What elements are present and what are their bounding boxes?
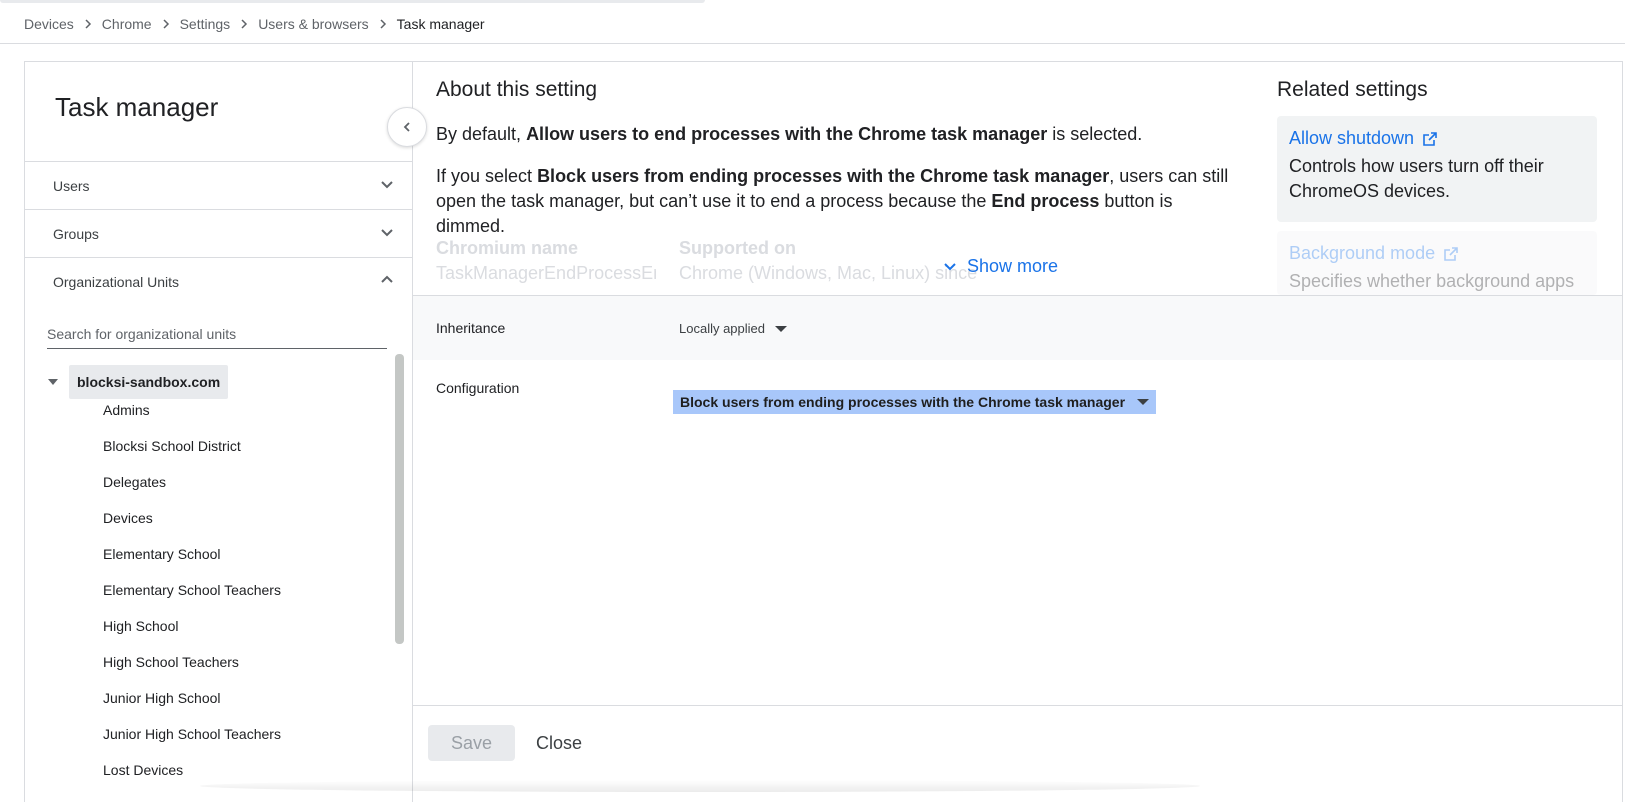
settings-card: Task manager Users Groups Organizational… [24, 61, 1623, 802]
org-unit-item[interactable]: Devices [103, 500, 281, 536]
supported-on-col: Supported on Chrome (Windows, Mac, Linux… [679, 238, 979, 284]
org-unit-item[interactable]: Blocksi School District [103, 428, 281, 464]
show-more-button[interactable]: Show more [941, 256, 1058, 277]
panel-title: Task manager [55, 92, 219, 122]
scrollbar[interactable] [395, 354, 404, 644]
about-paragraph-1: By default, Allow users to end processes… [436, 122, 1236, 146]
related-link[interactable]: Background mode [1289, 243, 1585, 264]
faded-details: Chromium name TaskManagerEndProcessEn Su… [436, 238, 1236, 288]
header-divider [0, 43, 1625, 44]
configuration-value: Block users from ending processes with t… [680, 394, 1126, 410]
org-unit-item[interactable]: Junior High School Teachers [103, 716, 281, 752]
org-unit-list: Admins Blocksi School District Delegates… [103, 392, 281, 788]
breadcrumb-settings[interactable]: Settings [180, 16, 231, 32]
related-link[interactable]: Allow shutdown [1289, 128, 1585, 149]
chevron-left-icon [400, 120, 414, 134]
caret-down-icon [1137, 399, 1150, 405]
filter-label: Organizational Units [53, 273, 180, 290]
filter-organizational-units[interactable]: Organizational Units [25, 257, 412, 305]
chevron-right-icon [369, 18, 397, 30]
show-more-label: Show more [967, 256, 1059, 276]
chevron-down-icon [941, 258, 967, 276]
text-run-bold: End process [991, 191, 1100, 211]
inheritance-value: Locally applied [679, 321, 766, 336]
open-in-new-icon [1435, 246, 1459, 262]
related-link-label: Background mode [1289, 243, 1436, 263]
related-desc: Specifies whether background apps [1289, 271, 1575, 291]
close-button[interactable]: Close [526, 725, 592, 761]
related-item: Allow shutdown Controls how users turn o… [1277, 116, 1597, 222]
breadcrumb-users-browsers[interactable]: Users & browsers [258, 16, 368, 32]
supported-on-value: Chrome (Windows, Mac, Linux) since [679, 263, 978, 283]
chevron-right-icon [74, 18, 102, 30]
related-item: Background mode Specifies whether backgr… [1277, 231, 1597, 295]
collapse-panel-button[interactable] [387, 107, 427, 147]
text-run: By default, [436, 124, 527, 144]
configuration-select[interactable]: Block users from ending processes with t… [673, 390, 1157, 414]
org-unit-item[interactable]: High School [103, 608, 281, 644]
chevron-right-icon [230, 18, 258, 30]
inheritance-dropdown[interactable]: Locally applied [679, 321, 788, 336]
bottom-shadow [200, 780, 1200, 792]
configuration-label: Configuration [436, 380, 520, 396]
breadcrumb-chrome[interactable]: Chrome [102, 16, 152, 32]
breadcrumb-task-manager: Task manager [396, 16, 485, 32]
filter-label: Users [53, 177, 90, 194]
chevron-down-icon [378, 223, 396, 244]
save-button[interactable]: Save [428, 725, 515, 761]
inheritance-row: Inheritance Locally applied [413, 295, 1622, 360]
filter-users[interactable]: Users [25, 161, 412, 209]
caret-down-icon [775, 325, 788, 332]
related-link-label: Allow shutdown [1289, 128, 1415, 148]
chromium-name-heading: Chromium name [436, 238, 579, 258]
org-unit-item[interactable]: Elementary School Teachers [103, 572, 281, 608]
filter-groups[interactable]: Groups [25, 209, 412, 257]
chevron-right-icon [152, 18, 180, 30]
org-unit-search-input[interactable] [47, 320, 387, 349]
top-scroll-indicator [0, 0, 705, 3]
setting-detail: About this setting By default, Allow use… [413, 62, 1622, 802]
related-heading: Related settings [1277, 78, 1428, 101]
filter-label: Groups [53, 225, 99, 242]
related-desc: Controls how users turn off their Chrome… [1289, 156, 1544, 201]
text-run-bold: Block users from ending processes with t… [537, 166, 1110, 186]
org-unit-item[interactable]: Delegates [103, 464, 281, 500]
text-run: If you select [436, 166, 538, 186]
chevron-up-icon [378, 271, 396, 292]
text-run-bold: Allow users to end processes with the Ch… [526, 124, 1048, 144]
org-unit-item[interactable]: Junior High School [103, 680, 281, 716]
chromium-name-value: TaskManagerEndProcessEn [436, 263, 656, 283]
org-unit-item[interactable]: High School Teachers [103, 644, 281, 680]
breadcrumb-devices[interactable]: Devices [24, 16, 74, 32]
text-run: is selected. [1047, 124, 1143, 144]
breadcrumb: Devices Chrome Settings Users & browsers… [24, 16, 485, 32]
about-paragraph-2: If you select Block users from ending pr… [436, 164, 1236, 239]
supported-on-heading: Supported on [679, 238, 796, 258]
footer-divider [413, 705, 1622, 706]
org-unit-panel: Task manager Users Groups Organizational… [25, 62, 413, 802]
chevron-down-icon [378, 175, 396, 196]
open-in-new-icon [1414, 131, 1438, 147]
caret-down-icon[interactable] [45, 374, 61, 390]
inheritance-label: Inheritance [436, 320, 506, 336]
org-unit-item[interactable]: Elementary School [103, 536, 281, 572]
chromium-name-col: Chromium name TaskManagerEndProcessEn [436, 238, 656, 284]
org-unit-item[interactable]: Admins [103, 392, 281, 428]
about-heading: About this setting [436, 78, 598, 101]
